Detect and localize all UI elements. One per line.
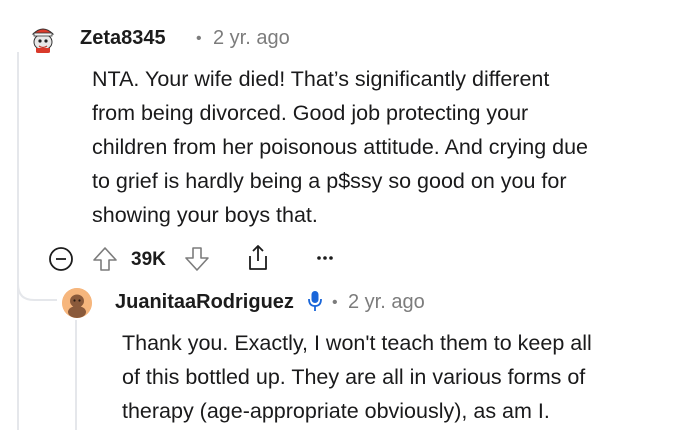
microphone-icon [307, 290, 323, 312]
snoo-avatar-icon [27, 22, 59, 54]
collapse-button[interactable] [48, 246, 74, 272]
reply-line: Thank you. Exactly, I won't teach them t… [122, 331, 592, 355]
minus-circle-icon [49, 247, 73, 271]
snoo-avatar-icon [62, 288, 92, 318]
reply-username[interactable]: JuanitaaRodriguez [115, 291, 294, 314]
arrow-down-icon [185, 247, 209, 271]
meta-separator: • [332, 294, 338, 311]
avatar[interactable] [27, 22, 59, 54]
more-options-button[interactable] [313, 248, 337, 268]
comment-line: from being divorced. Good job protecting… [92, 101, 529, 125]
share-button[interactable] [243, 243, 273, 273]
comment-line: to grief is hardly being a p$ssy so good… [92, 169, 567, 193]
share-icon [249, 245, 267, 270]
comment-line: showing your boys that. [92, 203, 318, 227]
meta-separator: • [196, 30, 202, 47]
comment-body: NTA. Your wife died! That’s significantl… [92, 62, 588, 232]
comment-line: children from her poisonous attitude. An… [92, 135, 588, 159]
comment-timestamp: 2 yr. ago [213, 27, 290, 49]
downvote-button[interactable] [183, 245, 211, 273]
comment-username[interactable]: Zeta8345 [80, 27, 166, 50]
upvote-button[interactable] [91, 245, 119, 273]
comment-line: NTA. Your wife died! That’s significantl… [92, 67, 550, 91]
ellipsis-icon [317, 256, 333, 260]
vote-count: 39K [131, 249, 166, 270]
reply-timestamp: 2 yr. ago [348, 291, 425, 313]
reply-body: Thank you. Exactly, I won't teach them t… [122, 326, 592, 428]
arrow-up-icon [93, 247, 117, 271]
thread-line-left [17, 52, 19, 430]
thread-line-reply [75, 320, 77, 430]
thread-branch [17, 268, 57, 301]
reply-line: therapy (age-appropriate obviously), as … [122, 399, 550, 423]
reply-avatar[interactable] [62, 288, 92, 318]
reply-line: of this bottled up. They are all in vari… [122, 365, 586, 389]
